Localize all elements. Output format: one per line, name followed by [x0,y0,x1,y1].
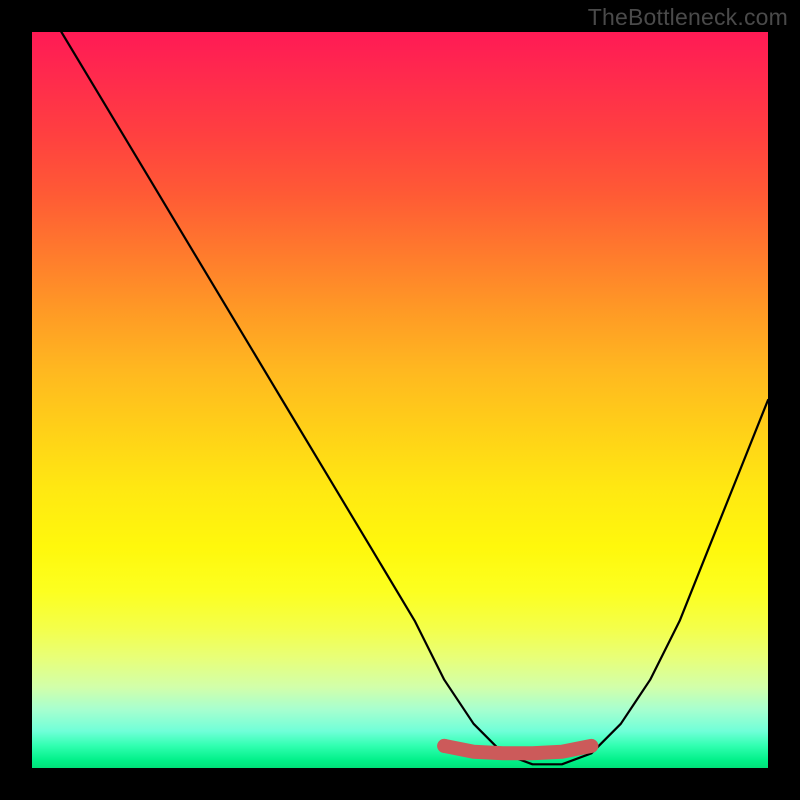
sweet-spot-dot [437,739,451,753]
chart-svg [32,32,768,768]
bottleneck-curve-line [61,32,768,764]
chart-plot-area [32,32,768,768]
sweet-spot-highlight [444,746,591,753]
attribution-text: TheBottleneck.com [588,4,788,31]
